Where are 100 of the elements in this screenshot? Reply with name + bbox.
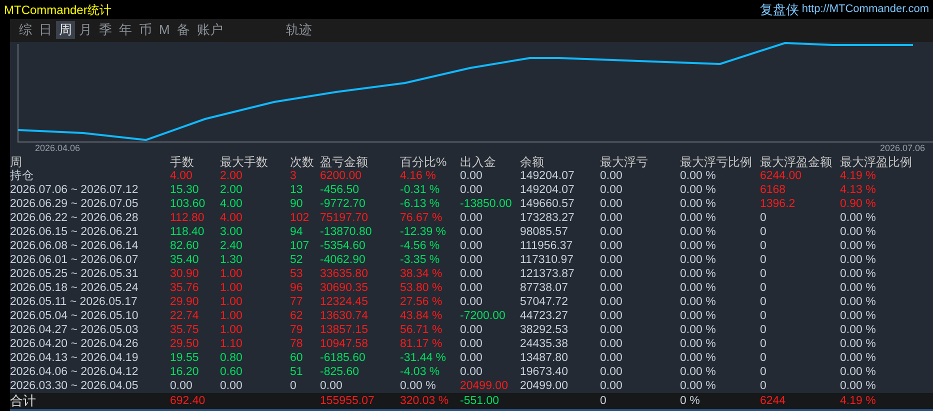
table-cell: -12.39 % xyxy=(400,225,446,239)
table-cell: -6.13 % xyxy=(400,197,440,211)
table-cell: 2026.04.06 ~ 2026.04.12 xyxy=(10,365,138,379)
table-cell: 0.00 % xyxy=(840,239,876,253)
table-cell: 持仓 xyxy=(10,169,34,183)
table-cell: 0.00 % xyxy=(840,295,876,309)
table-cell: 0.00 xyxy=(460,169,482,183)
table-cell: 19.55 xyxy=(170,351,199,365)
table-cell: 173283.27 xyxy=(520,211,574,225)
table-cell: 0.00 xyxy=(600,197,622,211)
table-cell: 0.00 xyxy=(460,239,482,253)
tab[interactable]: 日 xyxy=(36,21,55,40)
table-cell: 29.50 xyxy=(170,337,199,351)
column-header: 百分比% xyxy=(400,155,447,169)
table-cell: 0 xyxy=(760,309,766,323)
table-cell: 0.00 xyxy=(600,309,622,323)
table-cell: 0.00 xyxy=(460,351,482,365)
table-cell: 87738.07 xyxy=(520,281,568,295)
table-cell: 35.75 xyxy=(170,323,199,337)
table-cell: -4062.90 xyxy=(320,253,366,267)
table-cell: 0.00 xyxy=(460,337,482,351)
table-cell: 692.40 xyxy=(170,394,206,408)
table-cell: 0.00 % xyxy=(680,281,716,295)
table-cell: 51 xyxy=(290,365,303,379)
table-cell: 2026.05.25 ~ 2026.05.31 xyxy=(10,267,138,281)
table-cell: 0.00 % xyxy=(680,351,716,365)
table-cell: 0 xyxy=(760,253,766,267)
table-cell: 96 xyxy=(290,281,303,295)
tab[interactable]: M xyxy=(156,21,173,40)
table-cell: 0.00 % xyxy=(840,323,876,337)
tab[interactable]: 备 xyxy=(174,21,193,40)
table-cell: 0.60 xyxy=(220,365,242,379)
table-cell: 75197.70 xyxy=(320,211,368,225)
table-cell: 6244 xyxy=(760,394,786,408)
table-cell: 13 xyxy=(290,183,303,197)
table-cell: 4.19 % xyxy=(840,394,876,408)
tab[interactable]: 轨迹 xyxy=(282,21,315,40)
table-cell: 0.00 % xyxy=(840,267,876,281)
table-cell: 0.00 xyxy=(460,253,482,267)
column-header: 次数 xyxy=(290,155,314,169)
table-cell: 0.00 xyxy=(600,337,622,351)
table-cell: 13857.15 xyxy=(320,323,368,337)
table-cell: 30690.35 xyxy=(320,281,368,295)
tab[interactable]: 月 xyxy=(76,21,95,40)
table-cell: 0.00 % xyxy=(680,211,716,225)
table-cell: 1.10 xyxy=(220,337,242,351)
table-cell: 0 xyxy=(290,379,296,393)
table-cell: 27.56 % xyxy=(400,295,442,309)
table-cell: 103.60 xyxy=(170,197,206,211)
table-cell: 0 xyxy=(760,379,766,393)
table-cell: 4.00 xyxy=(170,169,192,183)
table-cell: 0.00 xyxy=(460,365,482,379)
table-cell: 53 xyxy=(290,267,303,281)
table-cell: 2026.06.08 ~ 2026.06.14 xyxy=(10,239,138,253)
table-cell: 79 xyxy=(290,323,303,337)
table-cell: 29.90 xyxy=(170,295,199,309)
table-cell: 4.00 xyxy=(220,211,242,225)
table-cell: 81.17 % xyxy=(400,337,442,351)
table-cell: -825.60 xyxy=(320,365,360,379)
table-cell: 0.00 % xyxy=(680,169,716,183)
column-header: 手数 xyxy=(170,155,194,169)
tab[interactable]: 币 xyxy=(136,21,155,40)
tab[interactable]: 季 xyxy=(96,21,115,40)
table-cell: 0 xyxy=(760,365,766,379)
tab[interactable]: 年 xyxy=(116,21,135,40)
table-cell: 0.00 % xyxy=(680,323,716,337)
tab[interactable]: 综 xyxy=(16,21,35,40)
table-cell: 0.00 xyxy=(600,169,622,183)
table-cell: 0 xyxy=(760,211,766,225)
table-cell: 0 xyxy=(760,337,766,351)
table-cell: 98085.57 xyxy=(520,225,568,239)
table-cell: 6244.00 xyxy=(760,169,802,183)
table-cell: 4.19 % xyxy=(840,169,876,183)
table-cell: 0.00 xyxy=(600,225,622,239)
table-cell: 0.00 xyxy=(460,225,482,239)
table-cell: 4.13 % xyxy=(840,183,876,197)
table-cell: 0.00 xyxy=(600,323,622,337)
table-cell: 1.00 xyxy=(220,281,242,295)
table-cell: 6200.00 xyxy=(320,169,362,183)
table-cell: 2.40 xyxy=(220,239,242,253)
table-cell: 0 xyxy=(760,351,766,365)
tab[interactable]: 账户 xyxy=(194,21,226,40)
table-cell: 149660.57 xyxy=(520,197,574,211)
table-cell: 1.00 xyxy=(220,267,242,281)
table-cell: 2026.04.13 ~ 2026.04.19 xyxy=(10,351,138,365)
table-cell: 0 xyxy=(760,281,766,295)
table-cell: 1.00 xyxy=(220,323,242,337)
table-cell: 2026.05.18 ~ 2026.05.24 xyxy=(10,281,138,295)
website-link[interactable]: http://MTCommander.com xyxy=(802,1,929,18)
table-cell: 20499.00 xyxy=(520,379,568,393)
table-cell: 1396.2 xyxy=(760,197,796,211)
table-cell: 2026.05.11 ~ 2026.05.17 xyxy=(10,295,138,309)
table-cell: 0.00 xyxy=(600,211,622,225)
table-cell: 78 xyxy=(290,337,303,351)
table-cell: 15.30 xyxy=(170,183,199,197)
table-cell: 0.00 xyxy=(600,183,622,197)
table-cell: 30.90 xyxy=(170,267,199,281)
table-cell: 13487.80 xyxy=(520,351,568,365)
table-cell: -6185.60 xyxy=(320,351,366,365)
tab[interactable]: 周 xyxy=(56,21,75,40)
